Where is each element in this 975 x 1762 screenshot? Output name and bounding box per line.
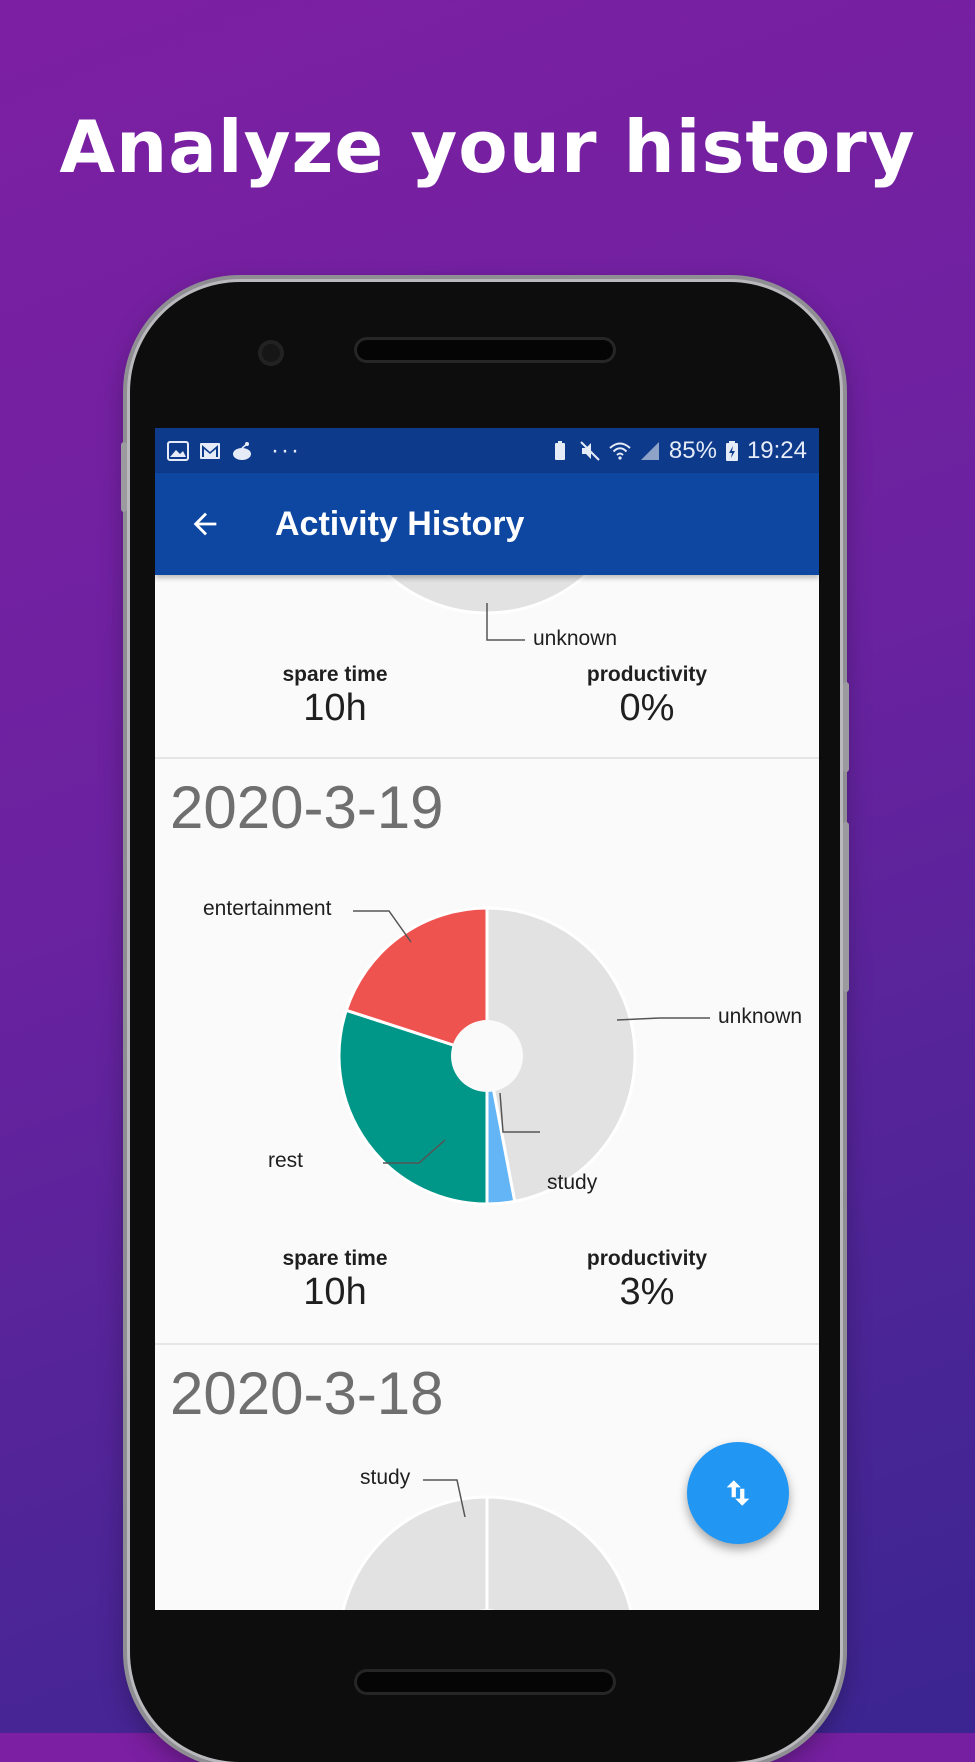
status-bar: ··· 85% 19:24 — [155, 428, 819, 473]
app-bar: Activity History — [155, 473, 819, 575]
image-icon — [167, 440, 189, 461]
swap-vertical-icon — [726, 1480, 750, 1506]
clock: 19:24 — [746, 436, 807, 464]
front-camera — [258, 340, 284, 366]
signal-icon — [640, 441, 659, 460]
wifi-icon — [609, 442, 631, 460]
page-title: Activity History — [275, 504, 525, 543]
volume-rocker — [843, 822, 849, 992]
earpiece-speaker — [357, 340, 613, 360]
mute-icon — [580, 440, 600, 461]
sort-fab-button[interactable] — [687, 1442, 789, 1544]
reddit-icon — [233, 441, 251, 460]
phone-frame: ··· 85% 19:24 Activity History unknown s… — [121, 282, 849, 1762]
pie-label-study: study — [360, 1466, 411, 1489]
headline: Analyze your history — [59, 105, 916, 189]
power-button — [843, 682, 849, 772]
phone-screen: ··· 85% 19:24 Activity History unknown s… — [155, 428, 819, 1610]
bottom-speaker — [357, 1672, 613, 1692]
arrow-back-icon — [193, 512, 217, 536]
more-dots-icon: ··· — [271, 436, 301, 464]
volume-button — [121, 442, 127, 512]
gmail-icon — [200, 442, 220, 459]
back-button[interactable] — [155, 473, 255, 575]
battery-saver-icon — [554, 440, 565, 460]
history-list[interactable]: unknown spare time 10h productivity 0% 2… — [155, 575, 819, 1610]
battery-percent: 85% — [668, 436, 717, 464]
battery-charging-icon — [725, 440, 738, 461]
